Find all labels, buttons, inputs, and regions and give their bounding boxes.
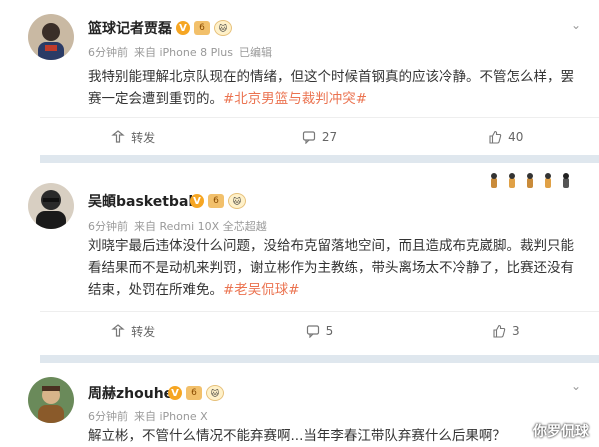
comment-button[interactable]: 5: [226, 312, 412, 350]
like-button[interactable]: 40: [413, 118, 599, 156]
repost-icon: [111, 324, 125, 337]
verified-icon: V: [190, 194, 204, 208]
post-meta: 6分钟前 来自 iPhone 8 Plus 已编辑: [88, 44, 278, 60]
verified-icon: V: [168, 386, 182, 400]
repost-icon: [111, 130, 125, 143]
watermark: 你罗侃球: [533, 424, 589, 440]
post-source: 来自 Redmi 10X 全芯超越: [134, 220, 267, 233]
post-body: 刘晓宇最后违体没什么问题，没给布克留落地空间，而且造成布克崴脚。裁判只能看结果而…: [88, 238, 574, 298]
paw-icon: [491, 173, 497, 188]
post-time: 6分钟前: [88, 410, 128, 423]
cat-badge-icon: 🐱: [206, 385, 224, 401]
comment-icon: [302, 131, 315, 144]
like-count: 40: [508, 130, 524, 144]
post-text: 我特别能理解北京队现在的情绪，但这个时候首钢真的应该冷静。不管怎么样，罢赛一定会…: [88, 66, 578, 110]
paw-icon: [545, 173, 551, 188]
hashtag-link[interactable]: #北京男篮与裁判冲突#: [223, 91, 367, 107]
post-meta: 6分钟前 来自 iPhone X: [88, 408, 214, 424]
repost-label: 转发: [131, 324, 156, 339]
post-source: 来自 iPhone X: [134, 410, 208, 423]
like-icon: [493, 324, 506, 338]
avatar[interactable]: [28, 14, 74, 60]
like-icon: [489, 130, 502, 144]
post-text: 刘晓宇最后违体没什么问题，没给布克留落地空间，而且造成布克崴脚。裁判只能看结果而…: [88, 235, 578, 301]
repost-button[interactable]: 转发: [40, 312, 226, 350]
comment-count: 5: [325, 324, 334, 338]
avatar[interactable]: [28, 183, 74, 229]
like-count: 3: [512, 324, 520, 338]
author-name[interactable]: 周赫zhouhe: [88, 383, 173, 403]
post-source: 来自 iPhone 8 Plus: [134, 46, 234, 59]
decoration-icons: [487, 172, 573, 190]
chevron-down-icon[interactable]: ⌄: [571, 18, 581, 32]
like-button[interactable]: 3: [413, 312, 599, 350]
author-name[interactable]: 吴頔basketball: [88, 191, 198, 211]
cat-badge-icon: 🐱: [214, 20, 232, 36]
chevron-down-icon[interactable]: ⌄: [571, 379, 581, 393]
hashtag-link[interactable]: #老吴侃球#: [223, 282, 300, 298]
post-1: 篮球记者贾磊 V 6 🐱 ⌄ 6分钟前 来自 iPhone 8 Plus 已编辑 我…: [0, 0, 599, 150]
post-meta: 6分钟前 来自 Redmi 10X 全芯超越: [88, 218, 273, 234]
action-bar: 转发 27 40: [40, 117, 599, 156]
comment-count: 27: [321, 130, 338, 144]
paw-icon: [509, 173, 515, 188]
edited-label: 已编辑: [239, 46, 273, 59]
feed-separator: [40, 155, 599, 163]
avatar[interactable]: [28, 377, 74, 423]
user-badges: V 6 🐱: [176, 20, 232, 36]
level-badge-icon: 6: [186, 386, 202, 400]
action-bar: 转发 5 3: [40, 311, 599, 350]
post-2: 吴頔basketball V 6 🐱 6分钟前 来自 Redmi 10X 全芯超越…: [0, 163, 599, 353]
repost-button[interactable]: 转发: [40, 118, 226, 156]
level-badge-icon: 6: [194, 21, 210, 35]
level-badge-icon: 6: [208, 194, 224, 208]
user-badges: V 6 🐱: [190, 193, 246, 209]
cat-badge-icon: 🐱: [228, 193, 246, 209]
post-body: 解立彬，不管什么情况不能弃赛啊...当年李春江带队弃赛什么后果啊？: [88, 428, 506, 444]
paw-icon: [527, 173, 533, 188]
comment-icon: [306, 325, 319, 338]
author-name[interactable]: 篮球记者贾磊: [88, 18, 172, 38]
post-time: 6分钟前: [88, 220, 128, 233]
paw-icon: [563, 173, 569, 188]
verified-icon: V: [176, 21, 190, 35]
user-badges: V 6 🐱: [168, 385, 224, 401]
post-text: 解立彬，不管什么情况不能弃赛啊...当年李春江带队弃赛什么后果啊？: [88, 425, 578, 447]
comment-button[interactable]: 27: [226, 118, 412, 156]
repost-label: 转发: [131, 130, 156, 145]
post-3: 周赫zhouhe V 6 🐱 ⌄ 6分钟前 来自 iPhone X 解立彬，不管什…: [0, 363, 599, 445]
feed-separator: [40, 355, 599, 363]
post-time: 6分钟前: [88, 46, 128, 59]
